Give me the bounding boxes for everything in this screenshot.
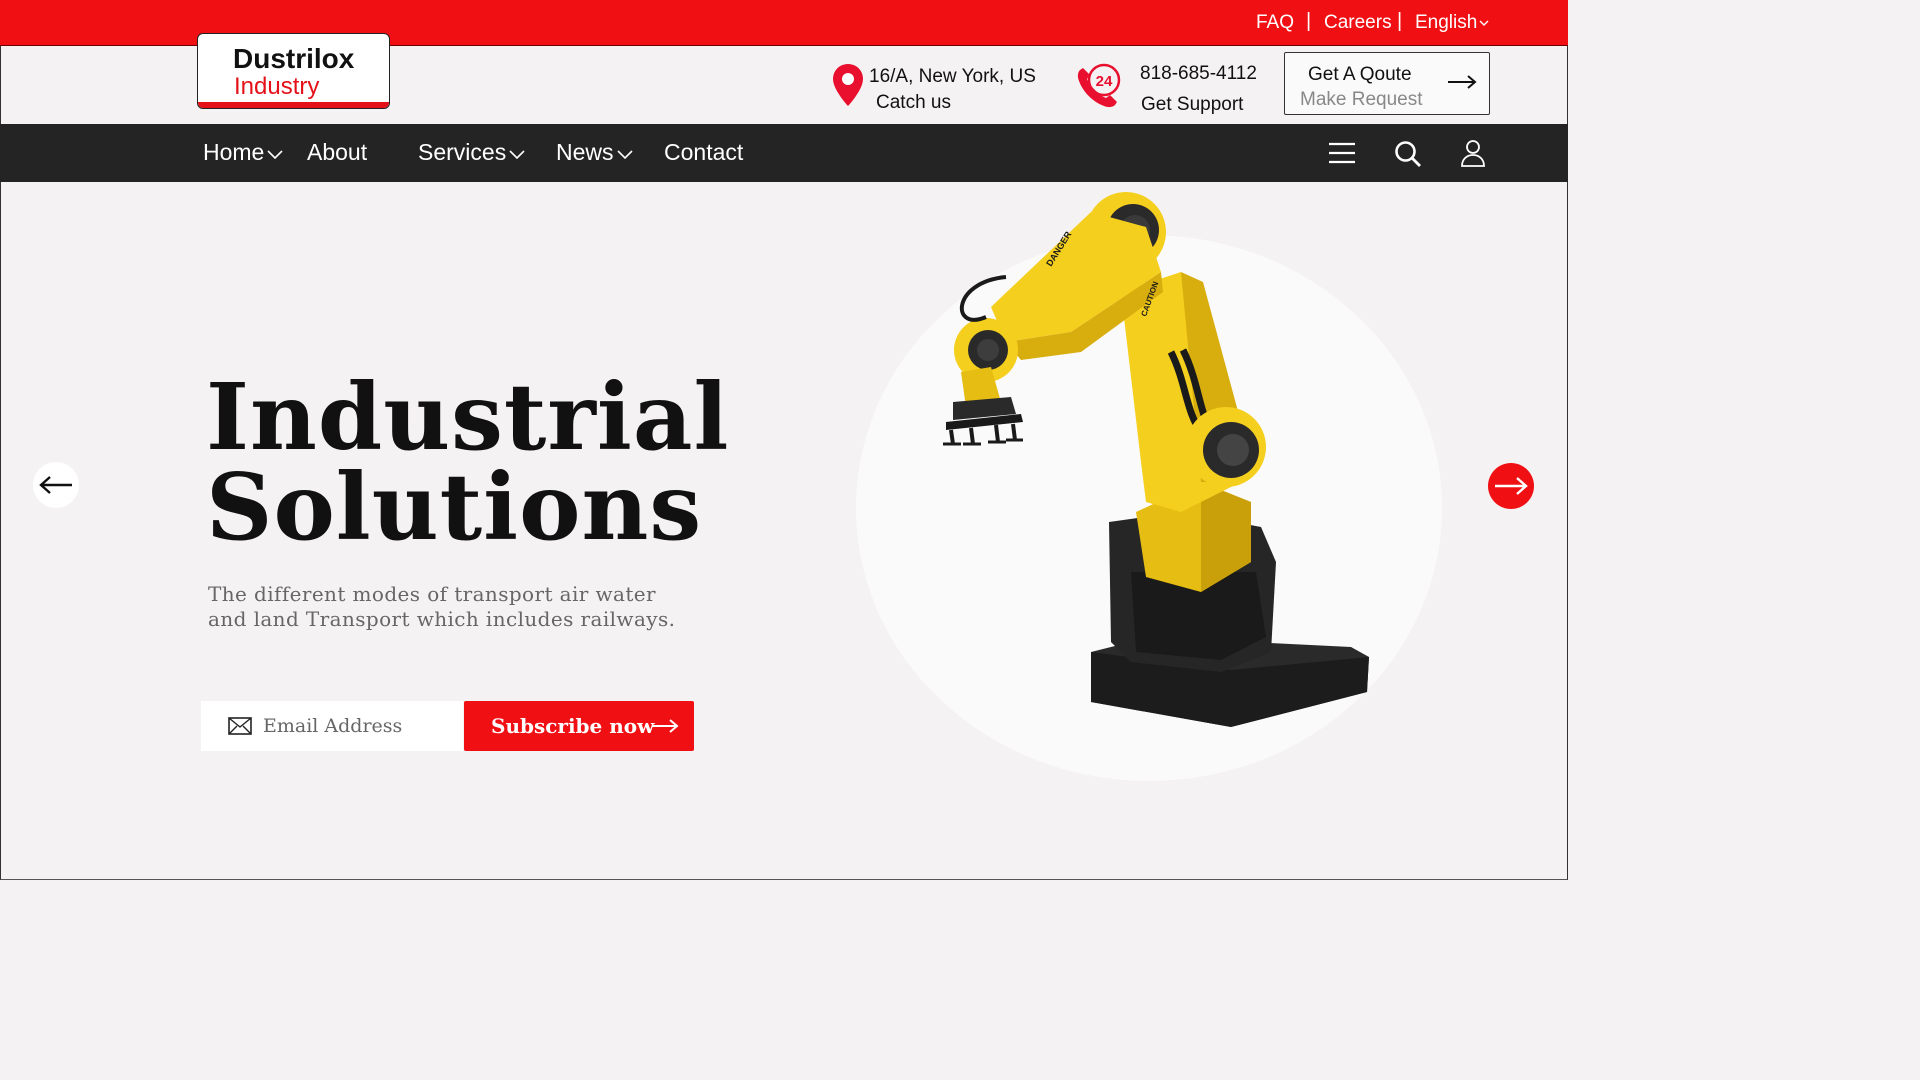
nav-item-contact[interactable]: Contact [664,139,743,166]
language-label: English [1415,12,1478,33]
careers-link[interactable]: Careers [1324,12,1392,34]
arrow-right-icon [1495,477,1528,495]
topbar-separator: | [1397,10,1403,32]
hero-title-line2: Solutions [206,453,703,561]
logo-line2: Industry [234,73,320,100]
nav-item-label: About [307,139,368,165]
address-text: 16/A, New York, US [869,66,1036,87]
chevron-down-icon [616,150,633,160]
email-field-wrapper [201,701,463,751]
faq-link[interactable]: FAQ [1256,12,1294,34]
site-logo[interactable]: Dustrilox Industry [197,33,390,109]
arrow-left-icon [39,476,72,494]
get-quote-button[interactable]: Get A Qoute Make Request [1284,52,1490,115]
user-icon[interactable] [1460,139,1486,167]
logo-line1: Dustrilox [233,43,355,74]
quote-title: Get A Qoute [1308,64,1412,85]
phone-sub: Get Support [1141,94,1244,115]
slider-next-button[interactable] [1488,463,1534,509]
main-nav: Home About Services News Contact [0,124,1568,182]
nav-item-home[interactable]: Home [203,139,283,166]
support-24-icon: 24 [1077,63,1121,108]
hero-title: Industrial Solutions [206,363,730,561]
address-sub: Catch us [876,92,951,113]
arrow-right-icon [652,719,679,733]
slider-prev-button[interactable] [33,462,79,508]
topbar-separator: | [1306,10,1312,32]
email-field[interactable] [263,701,458,751]
robot-arm-image: DANGER CAUTION [943,192,1369,727]
arrow-right-icon [1448,75,1477,89]
support-24-label: 24 [1096,73,1113,90]
nav-item-label: Home [203,139,265,165]
hero-title-line1: Industrial [206,363,730,471]
hero-description: The different modes of transport air wat… [208,582,676,631]
hero-section: DANGER CAUTION Industrial Solutions The … [0,182,1568,880]
location-pin-icon [833,64,863,106]
nav-item-label: Contact [664,139,744,165]
chevron-down-icon [267,150,283,160]
nav-item-label: News [556,139,614,165]
phone-text[interactable]: 818-685-4112 [1140,63,1257,85]
logo-underline [198,102,389,108]
site-header: Dustrilox Industry 16/A, New York, US Ca… [0,33,1568,124]
nav-item-about[interactable]: About [307,139,367,166]
nav-item-label: Services [418,139,507,165]
search-icon[interactable] [1394,140,1422,168]
quote-subtitle: Make Request [1300,89,1423,110]
chevron-down-icon [509,150,525,160]
nav-item-news[interactable]: News [556,139,633,166]
subscribe-button[interactable]: Subscribe now [464,701,694,751]
hamburger-menu-icon[interactable] [1328,142,1356,164]
subscribe-label: Subscribe now [491,714,655,738]
nav-item-services[interactable]: Services [418,139,525,166]
language-selector[interactable]: English [1415,12,1489,34]
chevron-down-icon [1479,20,1489,26]
envelope-icon [228,717,252,735]
